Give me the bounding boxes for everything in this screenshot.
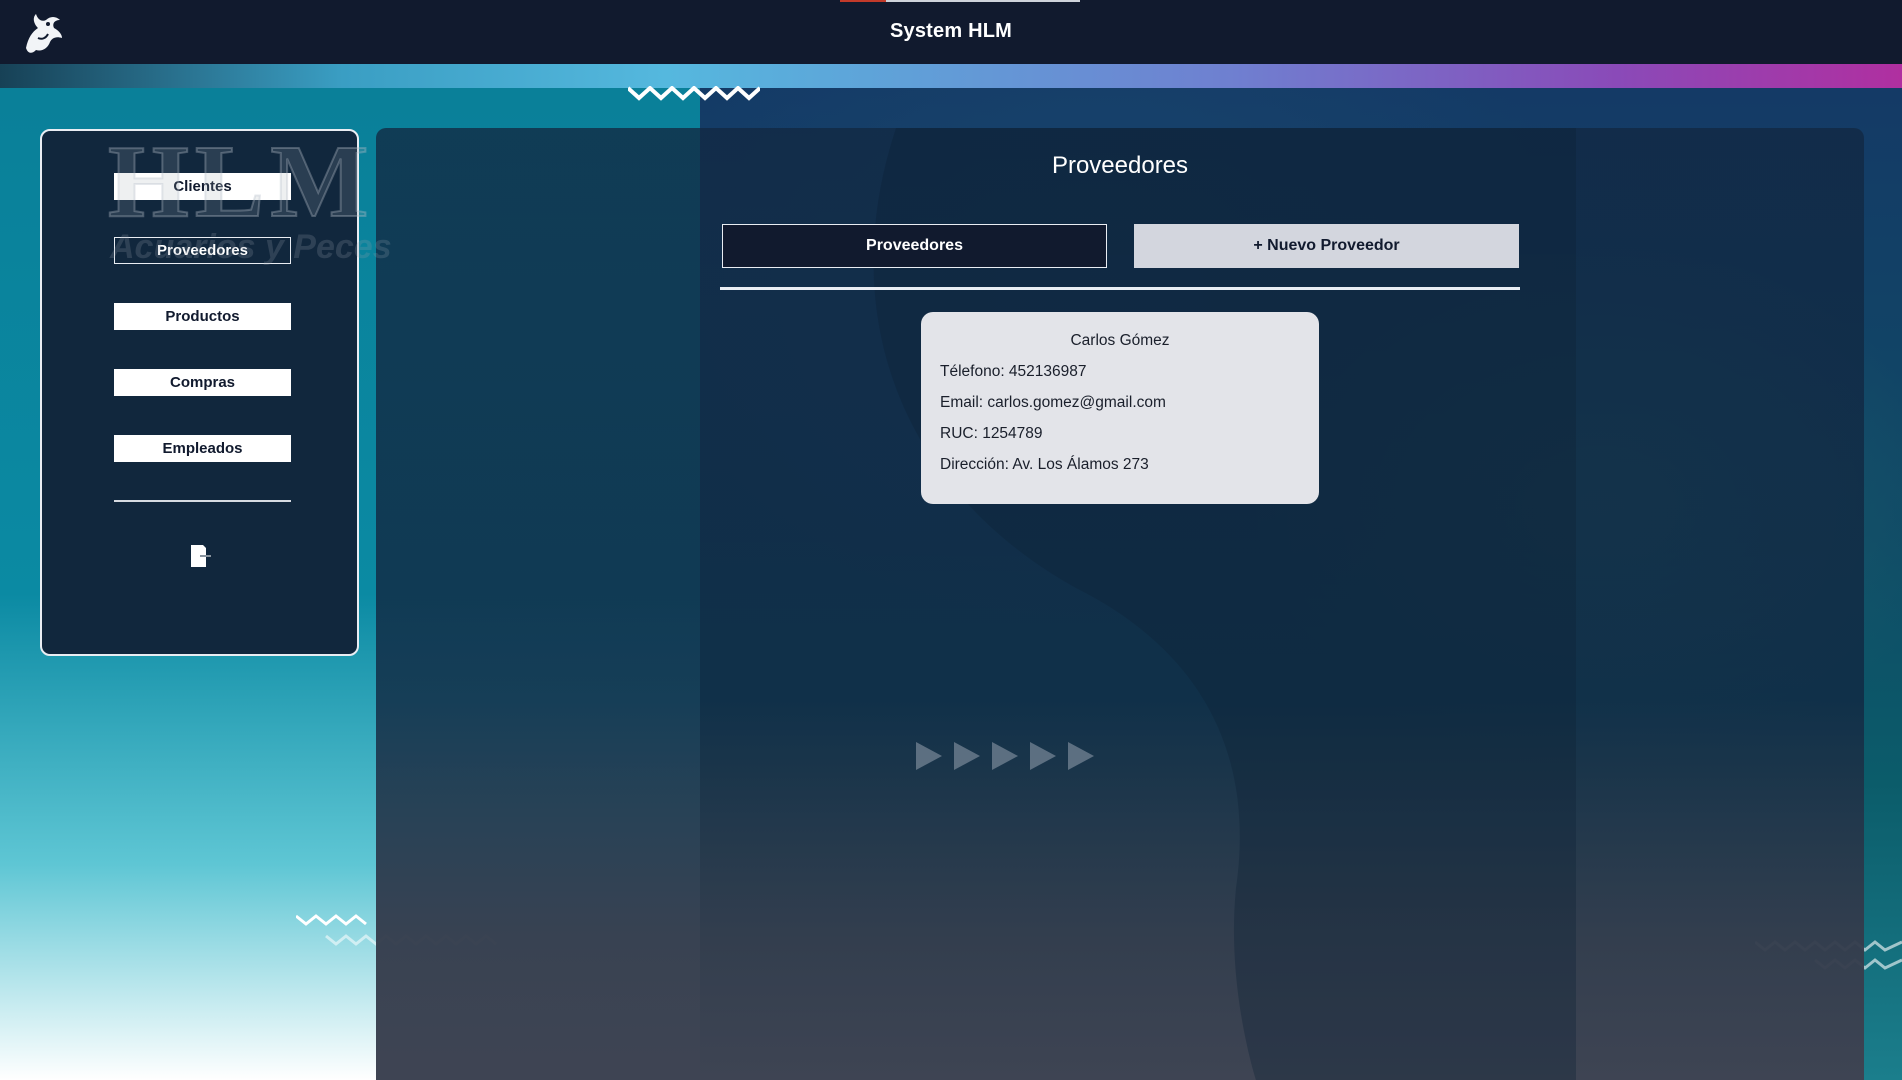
sidebar-item-proveedores[interactable]: Proveedores (114, 237, 291, 264)
supplier-phone: Télefono: 452136987 (940, 363, 1087, 380)
arrow-right-icon (992, 742, 1018, 770)
supplier-address: Dirección: Av. Los Álamos 273 (940, 456, 1149, 473)
header-gradient-strip (0, 64, 1902, 88)
main-panel: Proveedores Proveedores + Nuevo Proveedo… (376, 128, 1864, 1080)
supplier-email: Email: carlos.gomez@gmail.com (940, 394, 1166, 411)
app-title: System HLM (889, 20, 1013, 42)
arrow-decoration (916, 742, 1094, 770)
top-bar: System HLM (0, 0, 1902, 64)
supplier-name: Carlos Gómez (1070, 332, 1170, 349)
arrow-right-icon (1068, 742, 1094, 770)
arrow-right-icon (916, 742, 942, 770)
page-title: Proveedores (1051, 152, 1189, 179)
background-wave-shape (873, 128, 1576, 1080)
tabs-underline (720, 287, 1520, 290)
sidebar-item-empleados[interactable]: Empleados (114, 435, 291, 462)
sidebar-item-productos[interactable]: Productos (114, 303, 291, 330)
sidebar-item-clientes[interactable]: Clientes (114, 173, 291, 200)
zigzag-icon (626, 85, 762, 107)
supplier-card: Carlos Gómez Télefono: 452136987 Email: … (921, 312, 1319, 504)
new-supplier-button[interactable]: + Nuevo Proveedor (1134, 224, 1519, 268)
supplier-ruc: RUC: 1254789 (940, 425, 1043, 442)
sidebar: Clientes Proveedores Productos Compras E… (40, 129, 359, 656)
logout-icon[interactable] (188, 543, 214, 569)
top-accent-line (840, 0, 1080, 2)
tab-proveedores-list[interactable]: Proveedores (722, 224, 1107, 268)
arrow-right-icon (954, 742, 980, 770)
sidebar-item-compras[interactable]: Compras (114, 369, 291, 396)
sidebar-divider (114, 500, 291, 502)
arrow-right-icon (1030, 742, 1056, 770)
